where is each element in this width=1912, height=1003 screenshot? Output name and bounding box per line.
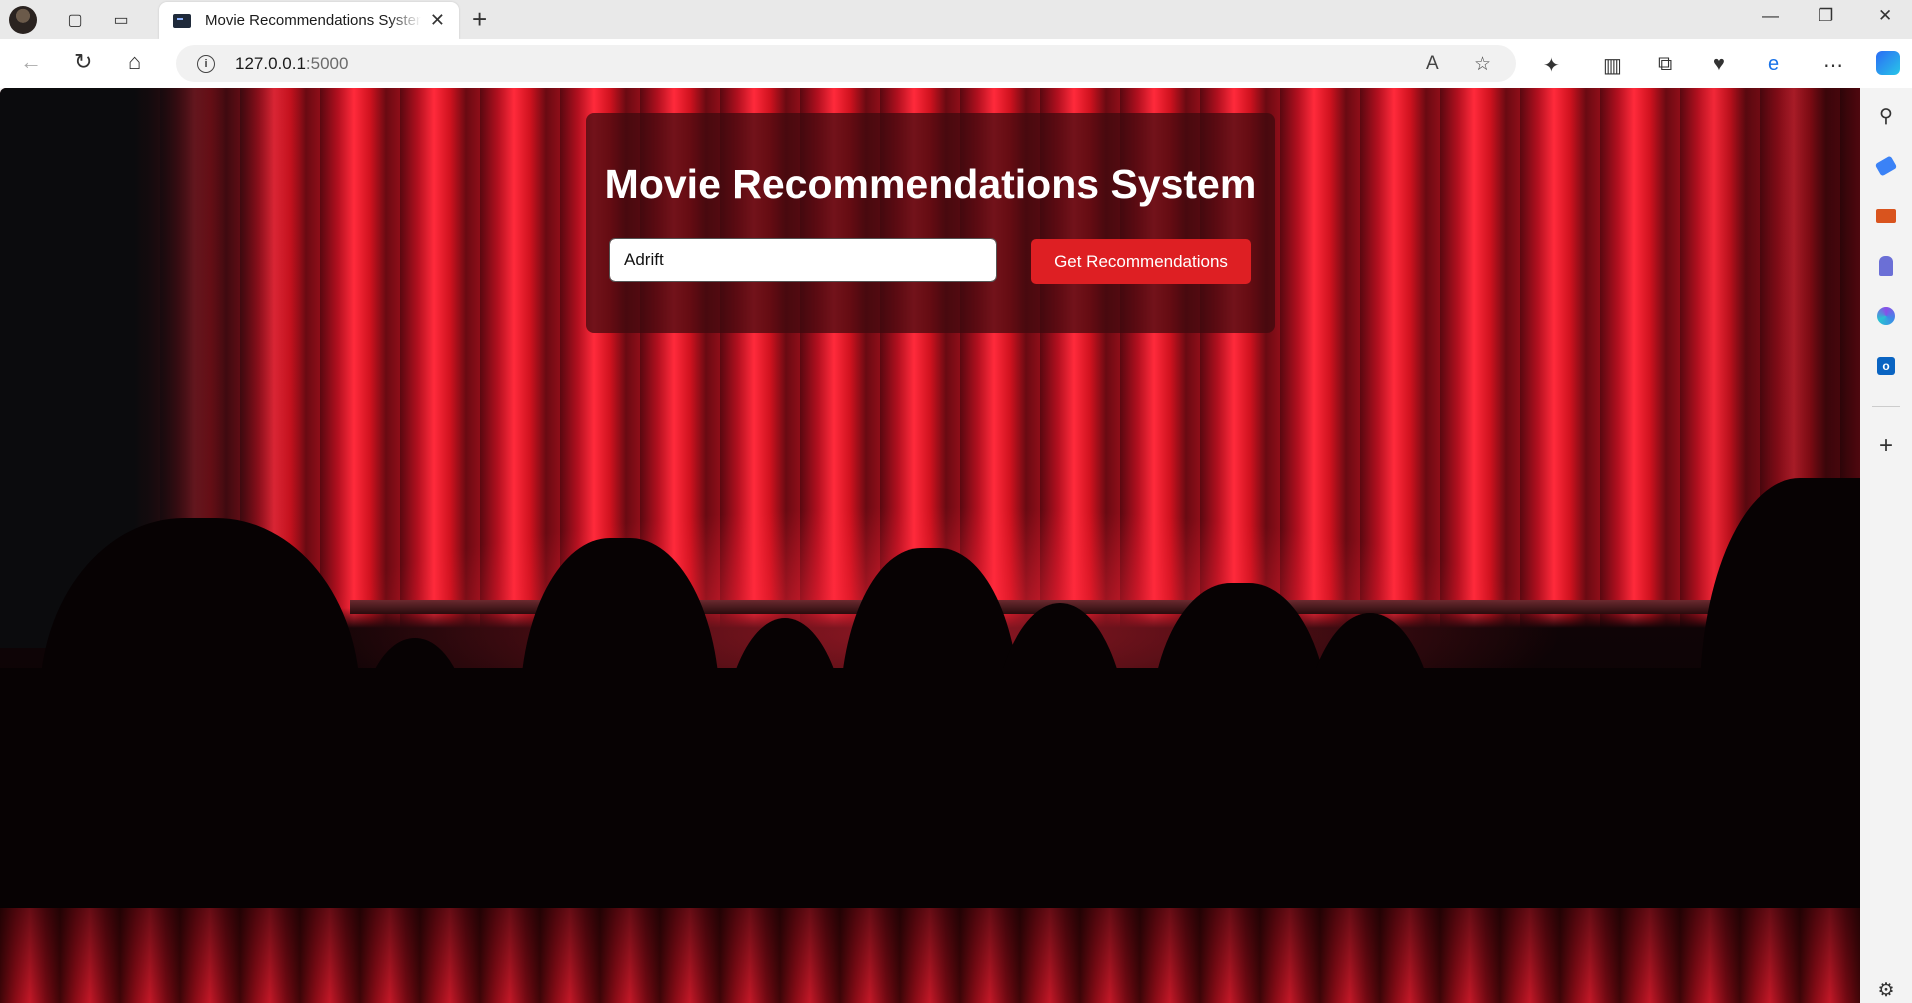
tab-active[interactable]: Movie Recommendations System ✕ [159, 2, 459, 39]
briefcase-icon[interactable] [1874, 204, 1898, 228]
workspaces-icon[interactable]: ▢ [57, 2, 93, 38]
minimize-button[interactable]: — [1762, 6, 1779, 26]
url-text[interactable]: 127.0.0.1:5000 [235, 54, 348, 74]
curtain-reflection [0, 908, 1860, 1003]
home-button[interactable]: ⌂ [128, 49, 141, 75]
sidebar-divider [1872, 406, 1900, 407]
tab-actions-icon[interactable]: ▭ [103, 2, 139, 38]
more-options-icon[interactable]: ⋯ [1823, 53, 1843, 78]
outlook-icon[interactable]: o [1874, 354, 1898, 378]
performance-icon[interactable]: ♥ [1713, 53, 1725, 76]
new-tab-button[interactable]: + [472, 4, 487, 35]
split-screen-icon[interactable]: ▥ [1603, 53, 1622, 78]
site-info-icon[interactable]: i [197, 54, 215, 73]
back-button[interactable]: ← [20, 49, 42, 75]
page-title: Movie Recommendations System [604, 161, 1257, 207]
m365-icon[interactable] [1874, 304, 1898, 328]
copilot-icon[interactable] [1876, 51, 1900, 75]
browser-toolbar: ← ↻ ⌂ i 127.0.0.1:5000 A ☆ ✦ ▥ ⧉ ♥ e ⋯ [0, 39, 1912, 88]
add-icon[interactable]: + [1874, 432, 1898, 459]
read-aloud-icon[interactable]: A [1426, 53, 1439, 75]
copilot-edge-icon[interactable]: e [1768, 53, 1779, 76]
tab-strip: ▢ ▭ Movie Recommendations System ✕ + — ❐… [0, 0, 1912, 39]
favorite-star-icon[interactable]: ☆ [1474, 53, 1491, 76]
search-panel: Movie Recommendations System Get Recomme… [586, 113, 1275, 333]
profile-avatar[interactable] [9, 5, 37, 34]
reload-button[interactable]: ↻ [74, 49, 92, 75]
address-bar[interactable]: i 127.0.0.1:5000 A ☆ [176, 45, 1516, 82]
tag-icon[interactable] [1874, 154, 1898, 178]
collections-icon[interactable]: ⧉ [1658, 53, 1672, 76]
settings-icon[interactable]: ⚙ [1874, 978, 1898, 1002]
tab-close-icon[interactable]: ✕ [430, 10, 445, 31]
restore-button[interactable]: ❐ [1818, 6, 1833, 26]
extensions-icon[interactable]: ✦ [1543, 53, 1560, 78]
page-background: Movie Recommendations System Get Recomme… [0, 88, 1860, 1003]
edge-sidebar: ⚲ o + ⚙ [1860, 88, 1912, 1003]
movie-search-input[interactable] [609, 238, 997, 282]
chess-icon[interactable] [1874, 254, 1898, 278]
audience-silhouettes [0, 478, 1860, 918]
tab-title: Movie Recommendations System [205, 12, 421, 29]
get-recommendations-button[interactable]: Get Recommendations [1031, 239, 1251, 284]
close-window-button[interactable]: ✕ [1878, 6, 1892, 26]
search-icon[interactable]: ⚲ [1874, 104, 1898, 128]
terminal-favicon-icon [173, 13, 191, 28]
